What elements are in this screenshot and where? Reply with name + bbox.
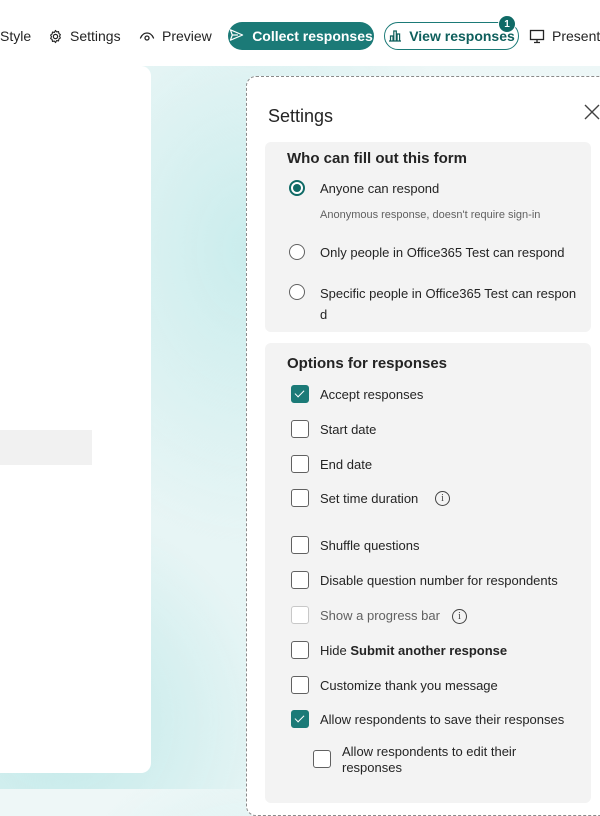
anyone-label: Anyone can respond bbox=[320, 181, 440, 196]
anyone-sub-label: Anonymous response, doesn't require sign… bbox=[320, 209, 541, 221]
end-date-label: End date bbox=[320, 457, 373, 472]
start-date-checkbox[interactable] bbox=[291, 420, 309, 438]
end-date-checkbox[interactable] bbox=[291, 455, 309, 473]
send-icon bbox=[229, 28, 244, 45]
start-date-label: Start date bbox=[320, 422, 377, 437]
disable-question-number-label: Disable question number for respondents bbox=[320, 573, 558, 588]
collect-responses-label: Collect responses bbox=[252, 28, 373, 44]
options-section-title: Options for responses bbox=[287, 355, 448, 372]
who-can-fill-section bbox=[265, 142, 591, 332]
monitor-icon bbox=[529, 29, 545, 44]
hide-submit-another-checkbox[interactable] bbox=[291, 641, 309, 659]
settings-button[interactable]: Settings bbox=[48, 22, 121, 50]
settings-panel-title: Settings bbox=[268, 106, 334, 126]
preview-label: Preview bbox=[162, 28, 212, 44]
shuffle-questions-label: Shuffle questions bbox=[320, 538, 420, 553]
hide-submit-another-label: Hide Submit another response bbox=[320, 643, 507, 659]
org-only-label: Only people in Office365 Test can respon… bbox=[320, 245, 565, 260]
progress-bar-label: Show a progress bar bbox=[320, 608, 440, 623]
edit-responses-label-line1: Allow respondents to edit their bbox=[342, 744, 517, 759]
hide-prefix: Hide bbox=[320, 643, 351, 658]
present-label: Present bbox=[552, 28, 600, 44]
eye-icon bbox=[139, 30, 155, 42]
form-question-placeholder bbox=[0, 430, 92, 465]
accept-responses-checkbox[interactable] bbox=[291, 385, 309, 403]
save-responses-label: Allow respondents to save their response… bbox=[320, 712, 565, 727]
collect-responses-button[interactable]: Collect responses bbox=[228, 22, 374, 50]
time-duration-info-icon[interactable]: i bbox=[435, 491, 450, 506]
customize-thank-you-checkbox[interactable] bbox=[291, 676, 309, 694]
edit-responses-checkbox[interactable] bbox=[313, 750, 331, 768]
form-canvas-card bbox=[0, 66, 151, 773]
top-toolbar: Style Settings Preview Collect responses… bbox=[0, 0, 600, 66]
save-responses-checkbox[interactable] bbox=[291, 710, 309, 728]
present-button[interactable]: Present bbox=[529, 22, 600, 50]
progress-bar-info-icon[interactable]: i bbox=[452, 609, 467, 624]
anyone-radio[interactable] bbox=[289, 180, 305, 196]
shuffle-questions-checkbox[interactable] bbox=[291, 536, 309, 554]
customize-thank-you-label: Customize thank you message bbox=[320, 678, 498, 693]
specific-people-label-line2: d bbox=[320, 307, 328, 322]
progress-bar-checkbox[interactable] bbox=[291, 606, 309, 624]
responses-count-badge: 1 bbox=[498, 15, 516, 33]
time-duration-checkbox[interactable] bbox=[291, 489, 309, 507]
accept-responses-label: Accept responses bbox=[320, 387, 424, 402]
settings-label: Settings bbox=[70, 28, 121, 44]
gear-icon bbox=[48, 29, 63, 44]
bar-chart-icon bbox=[388, 28, 402, 45]
submit-another-response-bold: Submit another response bbox=[350, 643, 508, 658]
disable-question-number-checkbox[interactable] bbox=[291, 571, 309, 589]
specific-people-label-line1: Specific people in Office365 Test can re… bbox=[320, 286, 577, 301]
time-duration-label: Set time duration bbox=[320, 491, 419, 506]
edit-responses-label-line2: responses bbox=[342, 760, 402, 775]
view-responses-label: View responses bbox=[409, 28, 515, 44]
org-only-radio[interactable] bbox=[289, 244, 305, 260]
style-button[interactable]: Style bbox=[0, 22, 31, 50]
close-icon[interactable] bbox=[584, 104, 600, 125]
style-label: Style bbox=[0, 28, 32, 44]
who-can-fill-title: Who can fill out this form bbox=[287, 150, 467, 167]
preview-button[interactable]: Preview bbox=[139, 22, 212, 50]
specific-people-radio[interactable] bbox=[289, 284, 305, 300]
